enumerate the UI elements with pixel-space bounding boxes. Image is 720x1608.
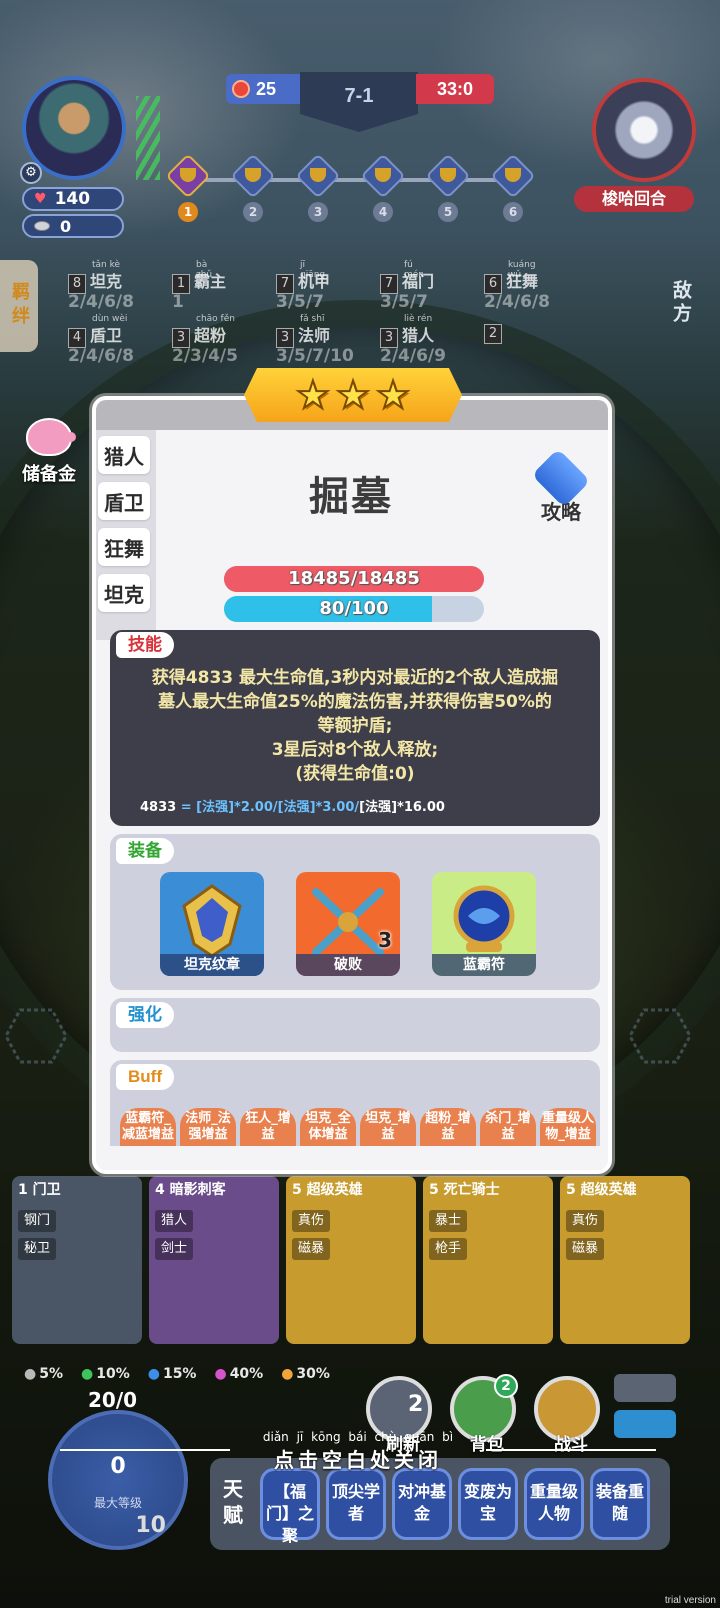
player-score: 25 — [226, 74, 302, 104]
guide-button[interactable]: 攻略 — [526, 448, 596, 525]
star-icon: ★ — [295, 373, 331, 417]
hero-hp-bar: 18485/18485 — [224, 566, 484, 592]
trait-tabs: 猎人 盾卫 狂舞 坦克 — [98, 436, 154, 620]
gear-icon[interactable]: ⚙ — [20, 162, 42, 184]
buff-tag: Buff — [116, 1064, 174, 1090]
item-stack-count: 3 — [378, 928, 392, 952]
trophy-5[interactable]: 5 — [425, 153, 471, 222]
close-hint[interactable]: diǎn jī kōng bái chù guān bì 点击空白处关闭 — [60, 1430, 656, 1476]
skill-tag: 技能 — [116, 632, 174, 658]
buff-section: Buff 蓝霸符_减蓝增益 法师_法强增益 狂人_增益 坦克_全体增益 坦克_增… — [110, 1060, 600, 1146]
synergy-item[interactable]: 1 bà zhǔ 霸主 1 — [172, 260, 226, 312]
coin-icon — [34, 221, 50, 231]
fire-icon — [232, 80, 250, 98]
shop: 1 门卫 钢门 秘卫 4 暗影刺客 猎人 剑士 5 超级英雄 真伤 磁暴 5 死… — [12, 1176, 692, 1346]
trophy-2[interactable]: 2 — [230, 153, 276, 222]
buff-chip[interactable]: 坦克_全体增益 — [300, 1108, 356, 1146]
trait-tab-tank[interactable]: 坦克 — [98, 574, 150, 612]
buff-chip[interactable]: 法师_法强增益 — [180, 1108, 236, 1146]
trophy-6[interactable]: 6 — [490, 153, 536, 222]
hero-name: 掘墓 — [309, 474, 393, 520]
star-icon: ★ — [335, 373, 371, 417]
lock-button[interactable] — [614, 1374, 676, 1402]
heart-icon: ♥ — [34, 191, 47, 207]
player-hp: ♥ 140 — [22, 187, 124, 211]
synergy-item[interactable]: 3 liè rén 猎人 2/4/6/9 — [380, 314, 446, 366]
synergy-item[interactable]: 3 chāo fěn 超粉 2/3/4/5 — [172, 314, 238, 366]
buff-list: 蓝霸符_减蓝增益 法师_法强增益 狂人_增益 坦克_全体增益 坦克_增益 超粉_… — [120, 1108, 600, 1146]
trophy-3[interactable]: 3 — [295, 153, 341, 222]
shop-card[interactable]: 5 超级英雄 真伤 磁暴 — [286, 1176, 416, 1344]
synergy-item[interactable]: 8 tǎn kè 坦克 2/4/6/8 — [68, 260, 134, 312]
synergy-item[interactable]: 2 — [484, 322, 506, 344]
savings-button[interactable]: 储备金 — [14, 418, 84, 486]
hero-detail-modal: 猎人 盾卫 狂舞 坦克 掘墓 攻略 18485/18485 80/100 技能 … — [92, 396, 612, 1174]
talent-card[interactable]: 顶尖学者 — [326, 1468, 386, 1540]
enemy-avatar[interactable] — [592, 78, 696, 182]
synergy-item[interactable]: 3 fǎ shī 法师 3/5/7/10 — [276, 314, 354, 366]
buff-chip[interactable]: 蓝霸符_减蓝增益 — [120, 1108, 176, 1146]
enemy-tab[interactable]: 敌方 — [668, 280, 695, 326]
star-icon: ★ — [375, 373, 411, 417]
talent-card[interactable]: 对冲基金 — [392, 1468, 452, 1540]
synergy-item[interactable]: 4 dùn wèi 盾卫 2/4/6/8 — [68, 314, 134, 366]
buff-chip[interactable]: 超粉_增益 — [420, 1108, 476, 1146]
equipment-item[interactable]: 蓝霸符 — [432, 872, 536, 976]
talent-card[interactable]: 变废为宝 — [458, 1468, 518, 1540]
shop-card[interactable]: 4 暗影刺客 猎人 剑士 — [149, 1176, 279, 1344]
synergy-item[interactable]: 7 jī qiāng 机甲 3/5/7 — [276, 260, 330, 312]
trait-tab-dancer[interactable]: 狂舞 — [98, 528, 150, 566]
synergy-tab[interactable]: 羁绊 — [0, 260, 38, 352]
enhance-tag: 强化 — [116, 1002, 174, 1028]
skill-formula: 4833 = [法强]*2.00/[法强]*3.00/[法强]*16.00 — [140, 800, 445, 815]
piggy-bank-icon — [26, 418, 76, 456]
synergy-item[interactable]: 6 kuáng wǔ 狂舞 2/4/6/8 — [484, 260, 550, 312]
equip-tag: 装备 — [116, 838, 174, 864]
enhance-section: 强化 — [110, 998, 600, 1052]
bag-badge: 2 — [494, 1374, 518, 1398]
equipment-item[interactable]: 坦克纹章 — [160, 872, 264, 976]
shop-odds: 5% 10% 15% 40% 30% — [24, 1366, 330, 1382]
shop-card[interactable]: 5 超级英雄 真伤 磁暴 — [560, 1176, 690, 1344]
hero-mana-bar: 80/100 — [224, 596, 484, 622]
talent-card[interactable]: 【福门】之聚 — [260, 1468, 320, 1545]
trophy-4[interactable]: 4 — [360, 153, 406, 222]
trial-watermark: trial version — [664, 1595, 716, 1606]
trophy-1[interactable]: 1 — [165, 153, 211, 222]
equipment-item[interactable]: 3 破败 — [296, 872, 400, 976]
buff-chip[interactable]: 杀门_增益 — [480, 1108, 536, 1146]
skill-description: 获得4833 最大生命值,3秒内对最近的2个敌人造成掘 墓人最大生命值25%的魔… — [151, 668, 559, 784]
buff-chip[interactable]: 重量级人物_增益 — [540, 1108, 596, 1146]
buff-chip[interactable]: 坦克_增益 — [360, 1108, 416, 1146]
talent-card[interactable]: 装备重随 — [590, 1468, 650, 1540]
skill-section: 技能 获得4833 最大生命值,3秒内对最近的2个敌人造成掘 墓人最大生命值25… — [110, 630, 600, 826]
shop-card[interactable]: 5 死亡骑士 暴士 枪手 — [423, 1176, 553, 1344]
enemy-round-label: 梭哈回合 — [574, 186, 694, 212]
enemy-score: 33:0 — [416, 74, 494, 104]
shop-card[interactable]: 1 门卫 钢门 秘卫 — [12, 1176, 142, 1344]
buff-chip[interactable]: 狂人_增益 — [240, 1108, 296, 1146]
trait-tab-guardian[interactable]: 盾卫 — [98, 482, 150, 520]
star-rating: ★ ★ ★ — [244, 368, 462, 422]
talent-card[interactable]: 重量级人物 — [524, 1468, 584, 1540]
trophy-progress: 1 2 3 4 5 6 — [165, 153, 538, 230]
synergy-item[interactable]: 7 fú mén 福门 3/5/7 — [380, 260, 434, 312]
player-energy-bars — [136, 96, 160, 180]
player-level: 10 — [135, 1513, 166, 1538]
player-coins: 0 — [22, 214, 124, 238]
equipment-section: 装备 坦克纹章 3 破败 蓝霸符 — [110, 834, 600, 990]
trait-tab-hunter[interactable]: 猎人 — [98, 436, 150, 474]
xp-text: 20/0 — [88, 1388, 138, 1412]
